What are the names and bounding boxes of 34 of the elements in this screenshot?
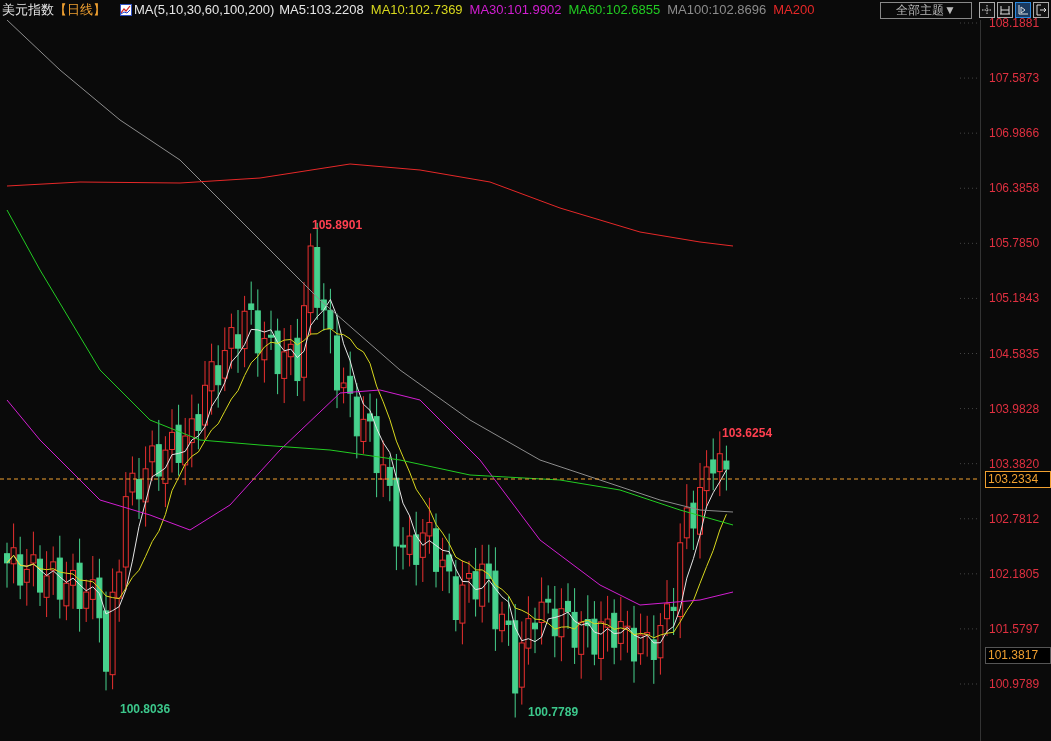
- price-annotation: 105.8901: [312, 218, 363, 232]
- price-tick-label: 103.9828: [989, 401, 1040, 416]
- move-icon[interactable]: [979, 2, 995, 18]
- price-tick-label: 107.5873: [989, 71, 1040, 86]
- price-tick-label: 100.9789: [989, 677, 1040, 691]
- price-tick-label: 103.3820: [989, 456, 1040, 471]
- current-price-label: 103.2334: [985, 471, 1051, 488]
- price-tick-label: 102.1805: [989, 566, 1040, 581]
- price-tick-label: 101.5797: [989, 621, 1040, 636]
- chart-axis-icon[interactable]: [1015, 2, 1031, 18]
- indicator-value: MA200: [773, 1, 815, 20]
- indicator-value: MA10:102.7369: [370, 1, 463, 20]
- indicator-value: MA5:103.2208: [279, 1, 364, 20]
- indicator-chart-icon[interactable]: [120, 4, 132, 16]
- period-label: 【日线】: [54, 1, 106, 20]
- bar-chart-icon[interactable]: [997, 2, 1013, 18]
- indicator-value: MA100:102.8696: [667, 1, 767, 20]
- chart-title: 美元指数: [1, 1, 54, 20]
- price-tick-label: 102.7812: [989, 511, 1040, 526]
- price-tick-label: 105.1843: [989, 291, 1040, 306]
- price-tick-label: 104.5835: [989, 346, 1040, 361]
- price-tick-label: 105.7850: [989, 236, 1040, 251]
- price-annotation: 100.8036: [120, 702, 171, 716]
- indicator-value: MA30:101.9902: [469, 1, 562, 20]
- indicator-name: MA(5,10,30,60,100,200): [134, 1, 275, 20]
- indicator-value: MA60:102.6855: [568, 1, 661, 20]
- price-annotation: 100.7789: [528, 705, 579, 719]
- cursor-price-label: 101.3817: [985, 647, 1051, 664]
- theme-dropdown[interactable]: 全部主题▼: [880, 1, 972, 19]
- price-annotation: 103.6254: [722, 426, 773, 440]
- price-tick-label: 108.1881: [989, 16, 1040, 30]
- price-tick-label: 106.3858: [989, 181, 1040, 196]
- exit-icon[interactable]: [1033, 2, 1049, 18]
- price-tick-label: 106.9866: [989, 126, 1040, 141]
